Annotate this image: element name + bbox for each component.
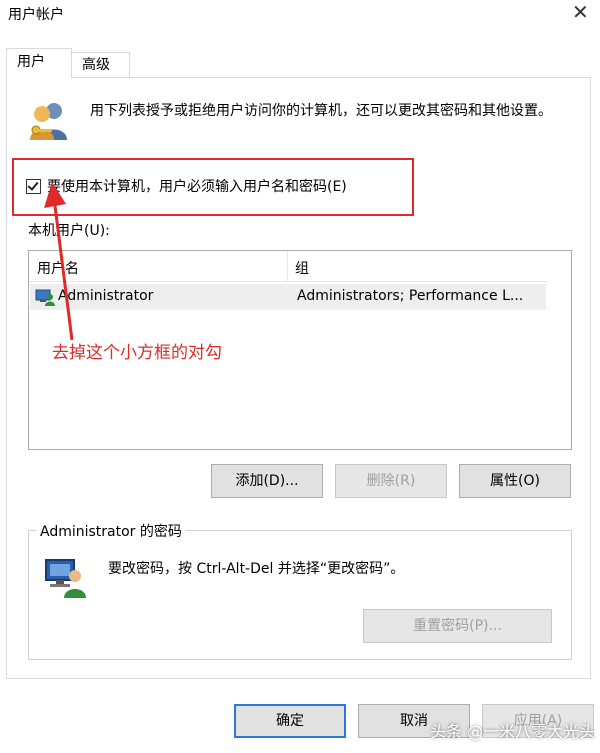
reset-password-button[interactable]: 重置密码(P)...	[363, 609, 552, 643]
tab-users[interactable]: 用户	[6, 48, 72, 78]
annotation-text: 去掉这个小方框的对勾	[52, 343, 222, 363]
properties-button[interactable]: 属性(O)	[459, 464, 571, 498]
close-icon[interactable]: ✕	[572, 0, 589, 24]
ok-button[interactable]: 确定	[234, 704, 346, 738]
remove-button[interactable]: 删除(R)	[335, 464, 447, 498]
users-key-icon	[28, 100, 72, 142]
password-instruction: 要改密码，按 Ctrl-Alt-Del 并选择“更改密码”。	[108, 561, 405, 577]
cell-group: Administrators; Performance L...	[297, 288, 524, 304]
column-separator[interactable]	[287, 251, 288, 281]
description-text: 用下列表授予或拒绝用户访问你的计算机，还可以更改其密码和其他设置。	[90, 103, 552, 119]
add-button[interactable]: 添加(D)...	[211, 464, 323, 498]
annotation-arrow	[44, 182, 74, 341]
column-group[interactable]: 组	[295, 258, 309, 278]
table-row[interactable]: Administrator Administrators; Performanc…	[30, 284, 546, 310]
require-login-checkbox[interactable]	[26, 178, 41, 194]
listview-header: 用户名 组	[29, 251, 547, 282]
window-title: 用户帐户	[8, 7, 64, 23]
password-group-title: Administrator 的密码	[36, 521, 186, 541]
computer-user-icon	[44, 554, 88, 598]
tab-advanced[interactable]: 高级	[72, 52, 130, 78]
watermark-text: 头条 @一米八零大光头	[430, 722, 596, 741]
